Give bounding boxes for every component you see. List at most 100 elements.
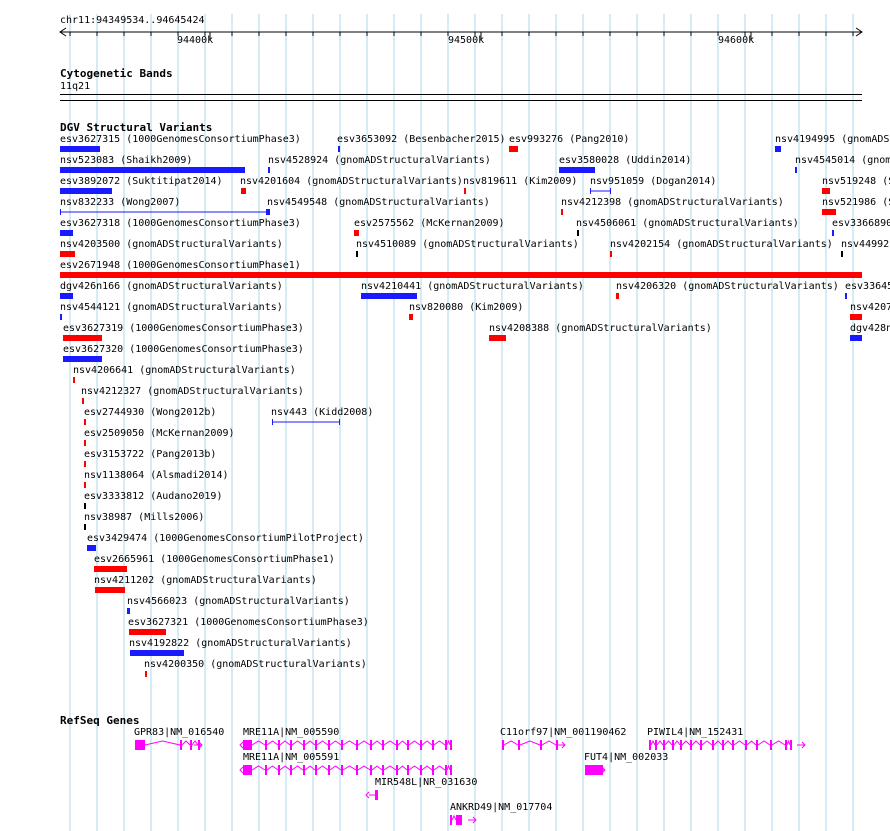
variant-feature[interactable] xyxy=(272,418,342,426)
variant-label[interactable]: esv3627315 (1000GenomesConsortiumPhase3) xyxy=(60,134,301,146)
variant-feature[interactable] xyxy=(850,314,862,320)
variant-label[interactable]: esv2671948 (1000GenomesConsortiumPhase1) xyxy=(60,260,301,272)
variant-label[interactable]: esv3892072 (Suktitipat2014) xyxy=(60,176,223,188)
gene-label[interactable]: MRE11A|NM_005590 xyxy=(243,727,339,739)
refseq-track-title[interactable]: RefSeq Genes xyxy=(60,714,139,727)
dgv-track-title[interactable]: DGV Structural Variants xyxy=(60,121,212,134)
variant-label[interactable]: nsv523083 (Shaikh2009) xyxy=(60,155,192,167)
variant-feature[interactable] xyxy=(60,167,245,173)
variant-feature[interactable] xyxy=(577,230,579,236)
variant-feature[interactable] xyxy=(361,293,417,299)
variant-label[interactable]: dgv426n166 (gnomADStructuralVariants) xyxy=(60,281,283,293)
variant-feature[interactable] xyxy=(822,209,836,215)
variant-label[interactable]: esv3153722 (Pang2013b) xyxy=(84,449,216,461)
gene-label[interactable]: MRE11A|NM_005591 xyxy=(243,752,339,764)
variant-label[interactable]: nsv4528924 (gnomADStructuralVariants) xyxy=(268,155,491,167)
variant-feature[interactable] xyxy=(354,230,359,236)
variant-label[interactable]: nsv4211202 (gnomADStructuralVariants) xyxy=(94,575,317,587)
gene-model[interactable] xyxy=(446,814,478,826)
variant-feature[interactable] xyxy=(95,587,125,593)
variant-feature[interactable] xyxy=(87,545,96,551)
variant-label[interactable]: esv3580028 (Uddin2014) xyxy=(559,155,691,167)
variant-feature[interactable] xyxy=(561,209,563,215)
variant-feature[interactable] xyxy=(60,293,73,299)
variant-label[interactable]: nsv4210441 (gnomADStructuralVariants) xyxy=(361,281,584,293)
variant-feature[interactable] xyxy=(616,293,619,299)
variant-label[interactable]: esv2575562 (McKernan2009) xyxy=(354,218,505,230)
variant-feature[interactable] xyxy=(559,167,595,173)
variant-label[interactable]: nsv4201604 (gnomADStructuralVariants) xyxy=(240,176,463,188)
variant-label[interactable]: nsv4506061 (gnomADStructuralVariants) xyxy=(576,218,799,230)
variant-label[interactable]: nsv4549548 (gnomADStructuralVariants) xyxy=(267,197,490,209)
variant-label[interactable]: esv3627321 (1000GenomesConsortiumPhase3) xyxy=(128,617,369,629)
variant-feature[interactable] xyxy=(268,167,270,173)
gene-model[interactable] xyxy=(498,739,567,751)
variant-feature[interactable] xyxy=(60,146,100,152)
variant-label[interactable]: nsv4212327 (gnomADStructuralVariants) xyxy=(81,386,304,398)
gene-label[interactable]: ANKRD49|NM_017704 xyxy=(450,802,552,814)
cytoband-track-title[interactable]: Cytogenetic Bands xyxy=(60,67,173,80)
variant-feature[interactable] xyxy=(845,293,847,299)
variant-feature[interactable] xyxy=(464,188,466,194)
variant-feature[interactable] xyxy=(60,272,862,278)
variant-feature[interactable] xyxy=(338,146,340,152)
variant-label[interactable]: esv2665961 (1000GenomesConsortiumPhase1) xyxy=(94,554,335,566)
variant-feature[interactable] xyxy=(73,377,75,383)
variant-label[interactable]: nsv4206641 (gnomADStructuralVariants) xyxy=(73,365,296,377)
variant-feature[interactable] xyxy=(84,440,86,446)
variant-label[interactable]: dgv428n xyxy=(850,323,890,335)
variant-feature[interactable] xyxy=(610,251,612,257)
variant-label[interactable]: esv3653092 (Besenbacher2015) xyxy=(337,134,506,146)
gene-model[interactable] xyxy=(581,764,607,776)
variant-label[interactable]: nsv44992 xyxy=(841,239,889,251)
variant-label[interactable]: nsv4207 xyxy=(850,302,890,314)
variant-label[interactable]: esv33645 xyxy=(845,281,890,293)
variant-label[interactable]: esv2744930 (Wong2012b) xyxy=(84,407,216,419)
variant-label[interactable]: nsv4208388 (gnomADStructuralVariants) xyxy=(489,323,712,335)
gene-label[interactable]: GPR83|NM_016540 xyxy=(134,727,224,739)
variant-feature[interactable] xyxy=(832,230,834,236)
variant-feature[interactable] xyxy=(509,146,518,152)
variant-label[interactable]: esv3627320 (1000GenomesConsortiumPhase3) xyxy=(63,344,304,356)
gene-label[interactable]: FUT4|NM_002033 xyxy=(584,752,668,764)
variant-feature[interactable] xyxy=(84,419,86,425)
variant-label[interactable]: esv2509050 (McKernan2009) xyxy=(84,428,235,440)
variant-feature[interactable] xyxy=(241,188,246,194)
gene-label[interactable]: MIR548L|NR_031630 xyxy=(375,777,477,789)
variant-label[interactable]: esv3429474 (1000GenomesConsortiumPilotPr… xyxy=(87,533,364,545)
variant-label[interactable]: nsv4203500 (gnomADStructuralVariants) xyxy=(60,239,283,251)
variant-label[interactable]: nsv4510089 (gnomADStructuralVariants) xyxy=(356,239,579,251)
variant-feature[interactable] xyxy=(127,608,130,614)
variant-feature[interactable] xyxy=(795,167,797,173)
variant-label[interactable]: nsv4202154 (gnomADStructuralVariants) xyxy=(610,239,833,251)
variant-feature[interactable] xyxy=(60,314,62,320)
variant-label[interactable]: nsv4194995 (gnomADS xyxy=(775,134,889,146)
variant-label[interactable]: nsv820080 (Kim2009) xyxy=(409,302,523,314)
gene-model[interactable] xyxy=(131,739,204,751)
variant-feature[interactable] xyxy=(145,671,147,677)
variant-feature[interactable] xyxy=(775,146,781,152)
variant-feature[interactable] xyxy=(84,461,86,467)
variant-feature[interactable] xyxy=(409,314,413,320)
variant-label[interactable]: nsv4212398 (gnomADStructuralVariants) xyxy=(561,197,784,209)
variant-feature[interactable] xyxy=(590,187,613,195)
variant-feature[interactable] xyxy=(60,251,75,257)
gene-model[interactable] xyxy=(239,764,456,776)
variant-feature[interactable] xyxy=(84,524,86,530)
variant-feature[interactable] xyxy=(841,251,843,257)
variant-feature[interactable] xyxy=(129,629,166,635)
variant-label[interactable]: nsv819611 (Kim2009) xyxy=(463,176,577,188)
variant-feature[interactable] xyxy=(130,650,184,656)
variant-feature[interactable] xyxy=(60,208,272,216)
gene-model[interactable] xyxy=(365,789,382,801)
variant-label[interactable]: nsv519248 (S xyxy=(822,176,890,188)
variant-label[interactable]: esv3333812 (Audano2019) xyxy=(84,491,222,503)
variant-label[interactable]: nsv38987 (Mills2006) xyxy=(84,512,204,524)
variant-feature[interactable] xyxy=(63,356,102,362)
variant-feature[interactable] xyxy=(94,566,127,572)
variant-feature[interactable] xyxy=(822,188,830,194)
variant-label[interactable]: esv3627319 (1000GenomesConsortiumPhase3) xyxy=(63,323,304,335)
variant-feature[interactable] xyxy=(266,209,270,215)
variant-label[interactable]: esv3366890 xyxy=(832,218,890,230)
variant-label[interactable]: nsv521986 (S xyxy=(822,197,890,209)
